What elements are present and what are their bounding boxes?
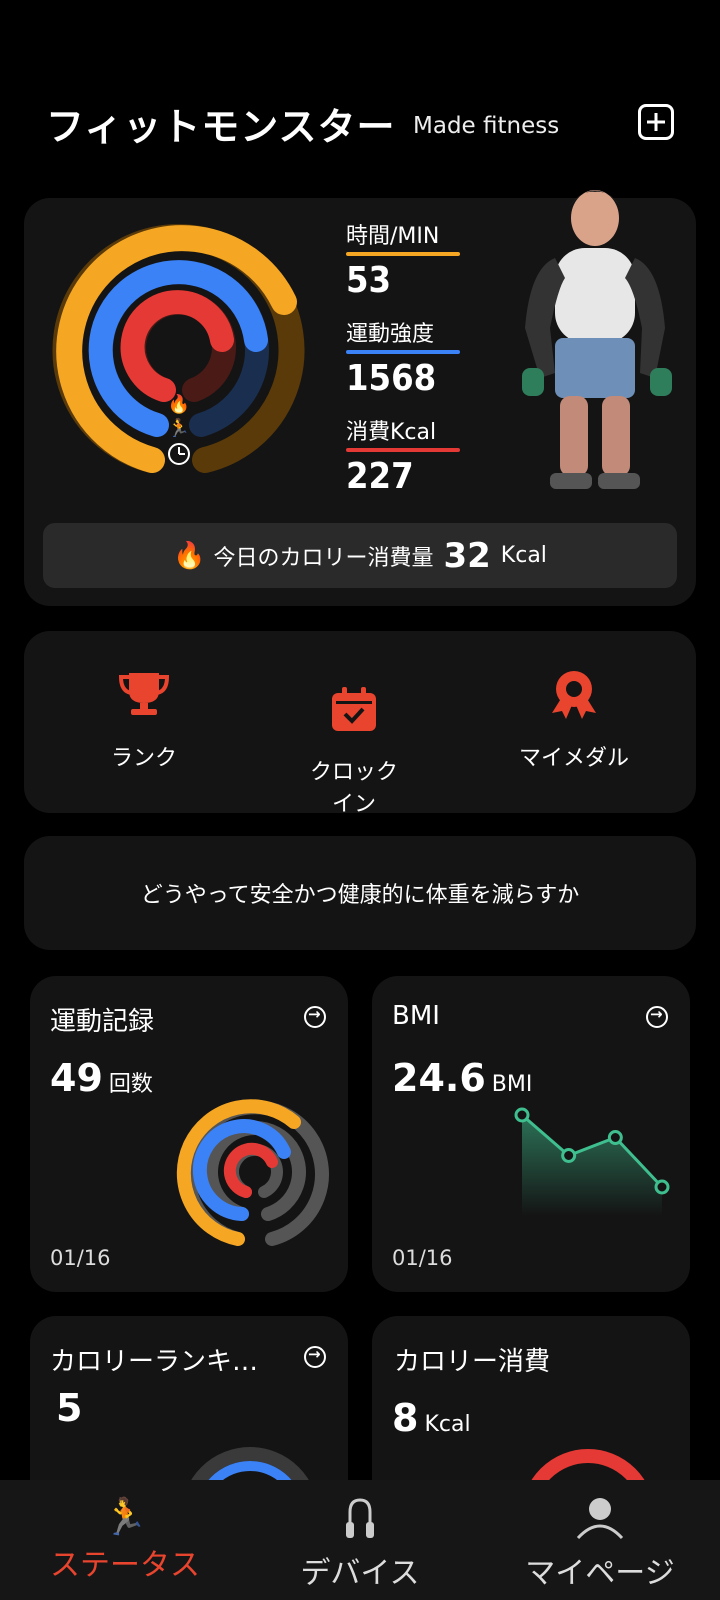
running-icon: 🏃 bbox=[168, 417, 190, 439]
card-title: カロリーランキ… bbox=[50, 1347, 259, 1377]
card-title: カロリー消費 bbox=[394, 1347, 551, 1377]
person-icon bbox=[576, 1498, 624, 1540]
bmi-point bbox=[514, 1107, 530, 1123]
bmi-point bbox=[654, 1179, 670, 1195]
bmi-point bbox=[561, 1148, 577, 1163]
add-button[interactable] bbox=[638, 104, 674, 140]
bmi-card[interactable]: BMI 24.6BMI 01/16 bbox=[372, 976, 690, 1292]
medal-icon bbox=[552, 671, 596, 719]
clock-in-button[interactable]: クロック イン bbox=[294, 653, 414, 853]
health-tip-card[interactable]: どうやって安全かつ健康的に体重を減らすか bbox=[24, 836, 696, 950]
exercise-rings bbox=[176, 1099, 329, 1246]
tab-status[interactable]: 🏃 ステータス bbox=[40, 1496, 210, 1584]
jump-rope-icon bbox=[346, 1498, 374, 1538]
my-medal-button[interactable]: マイメダル bbox=[494, 669, 654, 775]
fire-icon: 🔥 bbox=[168, 393, 190, 415]
record-date: 01/16 bbox=[50, 1246, 111, 1270]
arrow-right-icon[interactable] bbox=[304, 1345, 326, 1368]
rank-button[interactable]: ランク bbox=[84, 669, 204, 775]
stat-time: 時間/MIN 53 bbox=[346, 218, 460, 301]
calendar-check-icon bbox=[332, 687, 376, 731]
running-icon: 🏃 bbox=[102, 1497, 148, 1538]
bmi-point bbox=[607, 1130, 623, 1145]
mascot-character-icon bbox=[522, 190, 672, 489]
ranking-value: 5 bbox=[56, 1386, 83, 1430]
app-subtitle: Made fitness bbox=[413, 113, 560, 139]
stat-intensity: 運動強度 1568 bbox=[346, 316, 460, 399]
exercise-count: 49 回数 bbox=[50, 1056, 153, 1100]
fire-icon: 🔥 bbox=[173, 540, 206, 571]
arrow-right-icon[interactable] bbox=[646, 1005, 668, 1028]
card-title: BMI bbox=[392, 1001, 440, 1031]
tab-mypage[interactable]: マイページ bbox=[510, 1496, 690, 1592]
today-calorie-banner: 🔥 今日のカロリー消費量 32 Kcal bbox=[43, 523, 677, 588]
bmi-trend-chart bbox=[514, 1107, 670, 1216]
calorie-value: 8 Kcal bbox=[392, 1396, 471, 1440]
arrow-right-icon[interactable] bbox=[304, 1005, 326, 1028]
actions-card: ランク クロック イン マイメダル bbox=[24, 631, 696, 817]
summary-card[interactable]: 🔥 🏃 時間/MIN 53 運動強度 1568 消費Kcal 227 🔥 今日の… bbox=[24, 190, 696, 606]
stat-calories: 消費Kcal 227 bbox=[346, 414, 460, 497]
app-title: フィットモンスター bbox=[46, 105, 396, 149]
trophy-icon bbox=[118, 673, 170, 715]
exercise-record-card[interactable]: 運動記録 49回数 01/16 bbox=[30, 976, 348, 1292]
bmi-date: 01/16 bbox=[392, 1246, 453, 1270]
activity-rings: 🔥 🏃 bbox=[52, 224, 305, 473]
bottom-tab-bar: 🏃 ステータス デバイス マイページ bbox=[0, 1480, 720, 1600]
tab-device[interactable]: デバイス bbox=[280, 1496, 440, 1592]
bmi-value: 24.6 BMI bbox=[392, 1056, 533, 1100]
card-title: 運動記録 bbox=[50, 1007, 155, 1037]
